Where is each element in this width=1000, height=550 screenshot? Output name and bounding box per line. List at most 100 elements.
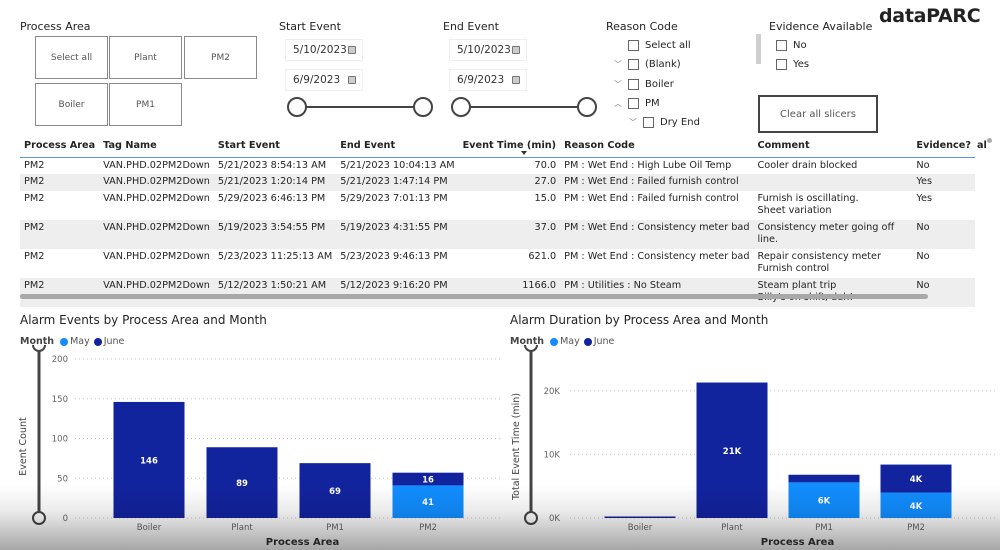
column-header-end-event[interactable]: End Event — [336, 137, 459, 158]
cell-process-area: PM2 — [24, 192, 45, 204]
more-options-dot-icon[interactable] — [987, 138, 992, 143]
bar-june-boiler[interactable] — [604, 516, 676, 519]
clear-all-slicers-button[interactable]: Clear all slicers — [758, 95, 878, 133]
x-tick-label: PM1 — [326, 523, 344, 533]
process-area-tile-select-all[interactable]: Select all — [35, 36, 108, 79]
table-header-row: Process Area Tag Name Start Event End Ev… — [20, 137, 975, 158]
reason-code-item-pm[interactable]: ︿ PM — [614, 96, 660, 110]
start-event-from-input[interactable]: 5/10/2023 — [285, 39, 363, 61]
x-tick-label: Boiler — [137, 523, 162, 533]
calendar-icon[interactable] — [512, 46, 520, 54]
cell-process-area: PM2 — [20, 277, 100, 307]
cell-start-event: 5/19/2023 3:54:55 PM — [213, 219, 337, 249]
evidence-slicer-scrollbar[interactable] — [756, 34, 761, 64]
cell-process-area: PM2 — [24, 250, 45, 262]
evidence-item-yes[interactable]: Yes — [776, 57, 809, 71]
process-area-tile-plant[interactable]: Plant — [109, 36, 182, 79]
cell-evidence: No — [916, 159, 930, 171]
cell-tag-name: VAN.PHD.02PM2Down — [99, 174, 214, 191]
table-row[interactable]: PM2 VAN.PHD.02PM2Down 5/21/2023 1:20:14 PM… — [20, 174, 975, 191]
checkbox[interactable] — [628, 39, 639, 51]
column-header-event-time[interactable]: Event Time (min) — [458, 137, 561, 158]
calendar-icon[interactable] — [348, 76, 356, 84]
end-event-from-input[interactable]: 5/10/2023 — [449, 39, 527, 61]
checkbox[interactable] — [643, 116, 654, 128]
evidence-label: Yes — [793, 58, 810, 70]
cell-tag-name: VAN.PHD.02PM2Down — [99, 219, 214, 249]
cell-tag-name: VAN.PHD.02PM2Down — [103, 250, 210, 262]
table-horizontal-scrollbar[interactable] — [20, 294, 928, 299]
start-event-range-min-handle[interactable] — [287, 97, 307, 117]
data-label: 4K — [910, 502, 923, 512]
checkbox[interactable] — [628, 58, 639, 70]
duration-chart-title: Alarm Duration by Process Area and Month — [510, 313, 769, 327]
column-header-tag-name[interactable]: Tag Name — [99, 137, 214, 158]
x-tick-label: PM1 — [815, 523, 833, 533]
chevron-down-icon[interactable]: ﹀ — [614, 59, 628, 70]
checkbox[interactable] — [628, 78, 639, 90]
reason-code-slicer-title: Reason Code — [606, 20, 678, 33]
column-header-comment[interactable]: Comment — [753, 137, 913, 158]
table-row[interactable]: PM2 VAN.PHD.02PM2Down 5/23/2023 11:25:13 A… — [20, 249, 975, 278]
checkbox[interactable] — [628, 97, 639, 109]
cell-reason-code: PM : Wet End : Consistency meter bad — [564, 250, 750, 262]
cell-start-event: 5/21/2023 1:20:14 PM — [213, 174, 337, 191]
reason-code-item-select-all[interactable]: Select all — [614, 38, 691, 52]
cell-start-event: 5/29/2023 6:46:13 PM — [217, 192, 326, 204]
table-row[interactable]: PM2 VAN.PHD.02PM2Down 5/19/2023 3:54:55 PM… — [20, 219, 975, 249]
cell-reason-code: PM : Wet End : Failed furnish control — [560, 174, 754, 191]
end-event-range-max-handle[interactable] — [577, 97, 597, 117]
data-label: 146 — [140, 456, 158, 466]
table-row[interactable]: PM2 VAN.PHD.02PM2Down 5/21/2023 8:54:13 AM… — [20, 157, 975, 174]
y-axis-zoom-max-handle[interactable] — [524, 345, 538, 352]
end-event-range-min-handle[interactable] — [451, 97, 471, 117]
y-axis-zoom-min-handle[interactable] — [32, 511, 46, 525]
y-axis-zoom-min-handle[interactable] — [524, 511, 538, 525]
end-event-to-input[interactable]: 6/9/2023 — [449, 69, 527, 91]
chevron-up-icon[interactable]: ︿ — [614, 98, 628, 109]
start-event-to-input[interactable]: 6/9/2023 — [285, 69, 363, 91]
checkbox[interactable] — [776, 58, 787, 70]
column-header-process-area[interactable]: Process Area — [20, 137, 100, 158]
calendar-icon[interactable] — [512, 76, 520, 84]
reason-code-item-blank[interactable]: ﹀ (Blank) — [614, 57, 681, 71]
cell-event-time: 70.0 — [534, 159, 557, 171]
calendar-icon[interactable] — [348, 46, 356, 54]
data-label: 6K — [818, 497, 831, 507]
end-event-range-track — [461, 106, 586, 108]
table-row[interactable]: PM2 VAN.PHD.02PM2Down 5/12/2023 1:50:21 AM… — [20, 277, 975, 307]
column-header-reason-code[interactable]: Reason Code — [560, 137, 754, 158]
cell-reason-code: PM : Wet End : Consistency meter bad — [560, 219, 754, 249]
bar-june-pm1[interactable] — [788, 474, 860, 483]
table-row[interactable]: PM2 VAN.PHD.02PM2Down 5/29/2023 6:46:13 PM… — [20, 191, 975, 220]
process-area-tile-boiler[interactable]: Boiler — [35, 83, 108, 126]
reason-code-label: Dry End — [660, 116, 700, 128]
cell-end-event: 5/21/2023 10:04:13 AM — [340, 159, 455, 171]
evidence-item-no[interactable]: No — [776, 38, 807, 52]
x-tick-label: Plant — [721, 523, 743, 533]
start-event-range-max-handle[interactable] — [413, 97, 433, 117]
y-tick-label: 150 — [52, 395, 68, 405]
start-event-to-value: 6/9/2023 — [293, 74, 341, 86]
column-header-start-event[interactable]: Start Event — [213, 137, 337, 158]
cell-end-event: 5/19/2023 4:31:55 PM — [336, 219, 459, 249]
y-tick-label: 100 — [52, 435, 68, 445]
reason-code-label: Boiler — [645, 78, 674, 90]
chevron-down-icon[interactable]: ﹀ — [614, 79, 628, 90]
cell-end-event: 5/21/2023 1:47:14 PM — [336, 174, 459, 191]
data-label: 69 — [329, 487, 341, 497]
y-tick-label: 50 — [57, 474, 68, 484]
cell-event-time: 621.0 — [528, 250, 557, 262]
y-axis-zoom-max-handle[interactable] — [32, 345, 46, 352]
chevron-down-icon[interactable]: ﹀ — [629, 117, 643, 128]
y-axis-title: Total Event Time (min) — [511, 393, 522, 501]
checkbox[interactable] — [776, 39, 787, 51]
cell-tag-name: VAN.PHD.02PM2Down — [99, 277, 214, 307]
process-area-tile-pm1[interactable]: PM1 — [109, 83, 182, 126]
cell-reason-code: PM : Wet End : Failed furnish control — [564, 192, 739, 204]
process-area-tile-pm2[interactable]: PM2 — [184, 36, 257, 79]
column-header-evidence[interactable]: Evidence? — [912, 137, 975, 158]
y-tick-label: 0K — [549, 514, 560, 524]
reason-code-item-dry-end[interactable]: ﹀ Dry End — [629, 115, 700, 129]
reason-code-item-boiler[interactable]: ﹀ Boiler — [614, 77, 674, 91]
